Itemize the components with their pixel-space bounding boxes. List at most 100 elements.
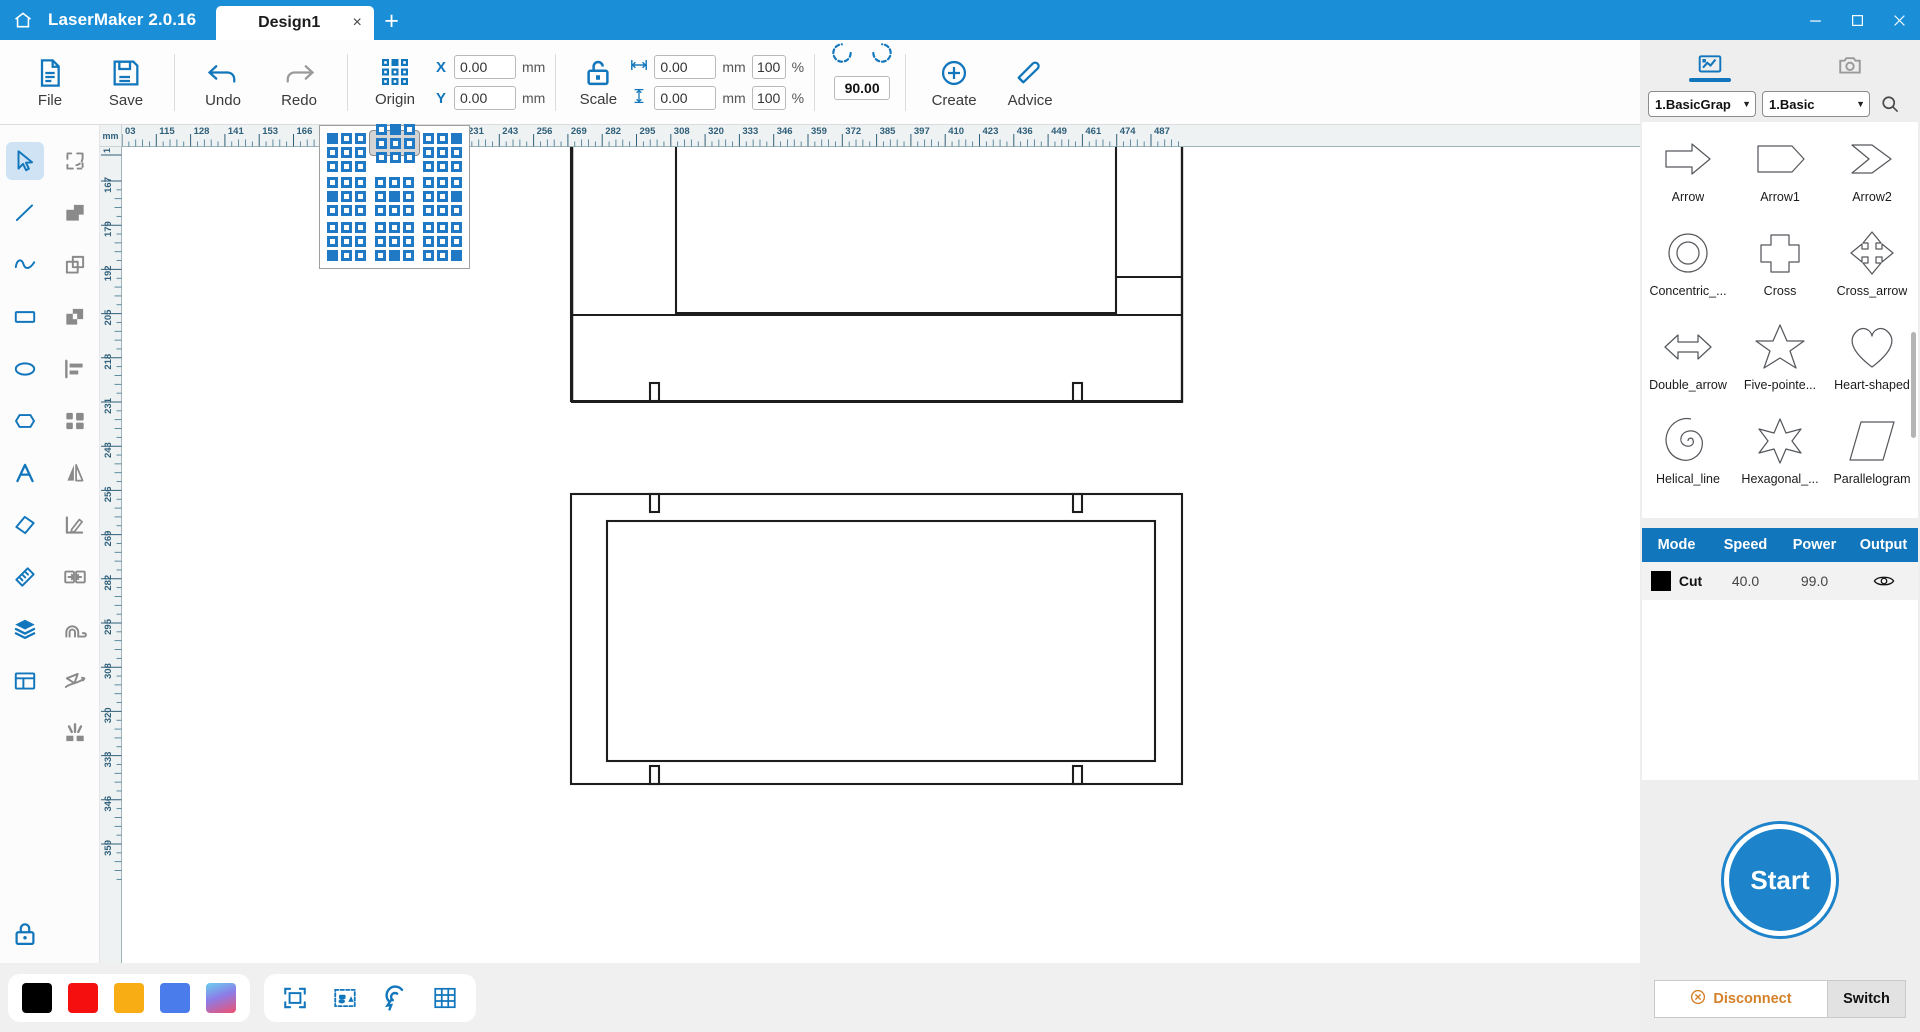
- shape-item[interactable]: Double_arrow: [1642, 310, 1734, 404]
- create-button[interactable]: Create: [916, 40, 992, 125]
- disconnect-button[interactable]: Disconnect: [1655, 981, 1827, 1017]
- origin-center[interactable]: [369, 175, 420, 220]
- origin-bottom-left[interactable]: [324, 219, 369, 264]
- shape-item[interactable]: Heart-shaped: [1826, 310, 1918, 404]
- width-input[interactable]: [654, 55, 717, 79]
- subtract-tool[interactable]: [50, 239, 100, 291]
- shape-library-scrollbar[interactable]: [1911, 332, 1916, 438]
- origin-top-left[interactable]: [324, 130, 369, 175]
- tab-camera[interactable]: [1780, 40, 1920, 86]
- lock-icon[interactable]: [8, 917, 42, 951]
- tab-close-icon[interactable]: ×: [349, 15, 365, 31]
- explode-tool[interactable]: [50, 707, 100, 759]
- save-button[interactable]: Save: [88, 40, 164, 125]
- intersect-tool[interactable]: [50, 291, 100, 343]
- x-input[interactable]: [454, 55, 516, 79]
- tab-library[interactable]: [1640, 40, 1780, 86]
- switch-button[interactable]: Switch: [1827, 981, 1905, 1017]
- layers-table-row[interactable]: Cut 40.0 99.0: [1642, 562, 1918, 600]
- shape-library[interactable]: Arrow Arrow1 Arrow2 Concentric_... Cross Cros…: [1642, 122, 1918, 518]
- layers-tool[interactable]: [0, 603, 50, 655]
- shape-item[interactable]: Helical_line: [1642, 404, 1734, 498]
- color-black[interactable]: [22, 982, 52, 1013]
- layer-mode-cell[interactable]: Cut: [1642, 571, 1711, 591]
- frame-tool[interactable]: [0, 655, 50, 707]
- shape-item[interactable]: Arrow: [1642, 122, 1734, 216]
- eye-icon[interactable]: [1849, 573, 1918, 589]
- layer-power-value[interactable]: 99.0: [1780, 573, 1849, 589]
- origin-dropdown-popup[interactable]: [319, 123, 470, 269]
- color-orange[interactable]: [114, 982, 144, 1013]
- shape-item[interactable]: Arrow2: [1826, 122, 1918, 216]
- home-icon[interactable]: [0, 0, 46, 40]
- color-gradient[interactable]: [206, 982, 236, 1013]
- vertical-ruler[interactable]: 1 167 179 192 205 218 231 243 256 269 282 295 308 320…: [100, 125, 122, 963]
- undo-button[interactable]: Undo: [185, 40, 261, 125]
- shape-item[interactable]: Five-pointe...: [1734, 310, 1826, 404]
- frame-fit-icon[interactable]: [278, 981, 312, 1015]
- align-tool[interactable]: [50, 343, 100, 395]
- height-percent-input[interactable]: [751, 86, 786, 110]
- node-edit-tool[interactable]: [50, 135, 100, 187]
- shape-item[interactable]: Cross_arrow: [1826, 216, 1918, 310]
- union-tool[interactable]: [50, 187, 100, 239]
- rotation-input[interactable]: [834, 76, 891, 100]
- distribute-tool[interactable]: [50, 551, 100, 603]
- measure-angle-tool[interactable]: [50, 499, 100, 551]
- width-percent-input[interactable]: [751, 55, 786, 79]
- shape-item[interactable]: Concentric_...: [1642, 216, 1734, 310]
- eraser-tool[interactable]: [0, 499, 50, 551]
- origin-bottom-center[interactable]: [369, 219, 420, 264]
- line-tool[interactable]: [0, 187, 50, 239]
- advice-button[interactable]: Advice: [992, 40, 1068, 125]
- grid-icon[interactable]: [428, 981, 462, 1015]
- document-tab[interactable]: Design1 ×: [216, 6, 375, 40]
- category-select[interactable]: 1.BasicGrap ▼: [1648, 91, 1756, 117]
- rotate-cw-icon[interactable]: [869, 40, 895, 71]
- origin-button[interactable]: Origin: [358, 57, 432, 108]
- rotate-ccw-icon[interactable]: [829, 40, 855, 71]
- redo-button[interactable]: Redo: [261, 40, 337, 125]
- text-tool[interactable]: [0, 447, 50, 499]
- select-tool[interactable]: [0, 135, 50, 187]
- layer-speed-value[interactable]: 40.0: [1711, 573, 1780, 589]
- shape-item[interactable]: Arrow1: [1734, 122, 1826, 216]
- file-button[interactable]: File: [12, 40, 88, 125]
- shape-item[interactable]: Cross: [1734, 216, 1826, 310]
- array-tool[interactable]: [50, 395, 100, 447]
- offset-tool[interactable]: [50, 603, 100, 655]
- select-objects-icon[interactable]: [328, 981, 362, 1015]
- scale-lock-button[interactable]: Scale: [566, 57, 630, 108]
- origin-middle-left[interactable]: [324, 175, 369, 220]
- y-input[interactable]: [454, 86, 516, 110]
- subcategory-select[interactable]: 1.Basic ▼: [1762, 91, 1870, 117]
- curve-tool[interactable]: [0, 239, 50, 291]
- layer-color-swatch[interactable]: [1650, 571, 1671, 591]
- origin-middle-right[interactable]: [420, 175, 465, 220]
- mirror-tool[interactable]: [50, 447, 100, 499]
- ellipse-tool[interactable]: [0, 343, 50, 395]
- ruler-tool[interactable]: [0, 551, 50, 603]
- maximize-icon[interactable]: [1836, 0, 1878, 40]
- rectangle-tool[interactable]: [0, 291, 50, 343]
- origin-bottom-right[interactable]: [420, 219, 465, 264]
- new-tab-button[interactable]: +: [374, 9, 411, 40]
- height-input[interactable]: [654, 86, 717, 110]
- close-icon[interactable]: [1878, 0, 1920, 40]
- color-blue[interactable]: [160, 982, 190, 1013]
- origin-top-right[interactable]: [420, 130, 465, 175]
- svg-text:128: 128: [194, 126, 210, 137]
- magnet-icon[interactable]: [378, 981, 412, 1015]
- perspective-tool[interactable]: [50, 655, 100, 707]
- design-canvas[interactable]: [122, 147, 1640, 963]
- search-icon[interactable]: [1876, 94, 1904, 114]
- start-button[interactable]: Start: [1724, 824, 1836, 936]
- origin-top-center[interactable]: [369, 123, 420, 163]
- shape-item[interactable]: Hexagonal_...: [1734, 404, 1826, 498]
- svg-text:410: 410: [948, 126, 964, 137]
- canvas-drawing[interactable]: [122, 147, 1640, 963]
- shape-item[interactable]: Parallelogram: [1826, 404, 1918, 498]
- color-red[interactable]: [68, 982, 98, 1013]
- polygon-tool[interactable]: [0, 395, 50, 447]
- minimize-icon[interactable]: [1794, 0, 1836, 40]
